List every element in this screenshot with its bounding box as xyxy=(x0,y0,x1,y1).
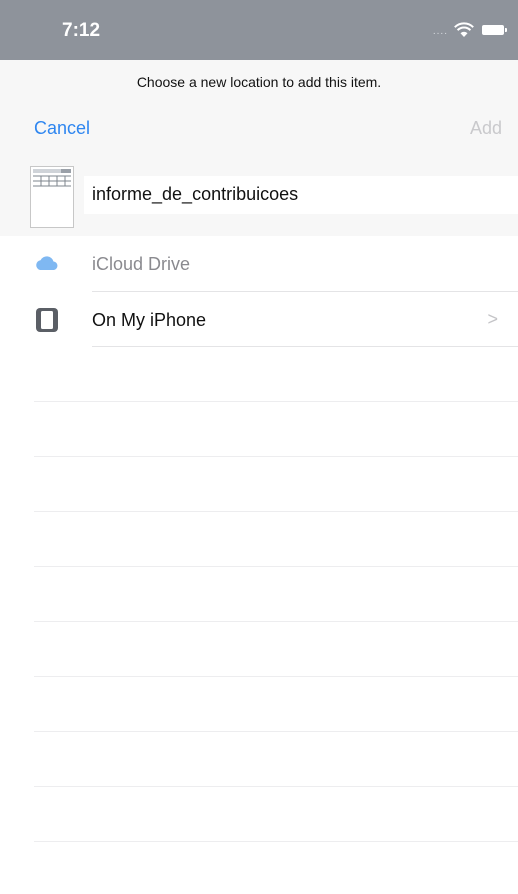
empty-row-separator xyxy=(34,511,518,512)
status-time: 7:12 xyxy=(62,20,101,41)
empty-row-separator xyxy=(34,566,518,567)
file-name: informe_de_contribuicoes xyxy=(92,184,299,204)
empty-row-separator xyxy=(34,621,518,622)
file-preview: informe_de_contribuicoes xyxy=(0,156,518,236)
empty-row-separator xyxy=(34,676,518,677)
wifi-icon xyxy=(454,22,474,37)
empty-row-separator xyxy=(34,731,518,732)
location-label: On My iPhone xyxy=(92,310,207,330)
cancel-button[interactable]: Cancel xyxy=(34,118,90,139)
empty-row-separator xyxy=(34,786,518,787)
spreadsheet-thumbnail-icon xyxy=(30,166,74,228)
battery-icon xyxy=(482,25,507,35)
iphone-icon xyxy=(36,308,58,332)
status-icons: .... xyxy=(432,22,507,38)
row-divider xyxy=(92,291,518,292)
empty-row-separator xyxy=(34,841,518,842)
icloud-icon xyxy=(36,256,58,270)
spreadsheet-grid-icon xyxy=(33,169,71,187)
signal-dots: .... xyxy=(432,26,448,37)
picker-prompt: Choose a new location to add this item. xyxy=(136,74,382,90)
empty-row-separator xyxy=(34,401,518,402)
location-icloud-drive: iCloud Drive xyxy=(0,237,518,291)
chevron-right-icon: > xyxy=(487,309,498,329)
add-button[interactable]: Add xyxy=(470,118,502,139)
location-on-my-iphone[interactable]: On My iPhone > xyxy=(0,293,518,347)
location-picker-header: Choose a new location to add this item. … xyxy=(0,60,518,236)
row-divider xyxy=(92,346,518,347)
location-label: iCloud Drive xyxy=(92,254,191,274)
status-bar: 7:12 .... xyxy=(0,0,518,60)
empty-row-separator xyxy=(34,456,518,457)
